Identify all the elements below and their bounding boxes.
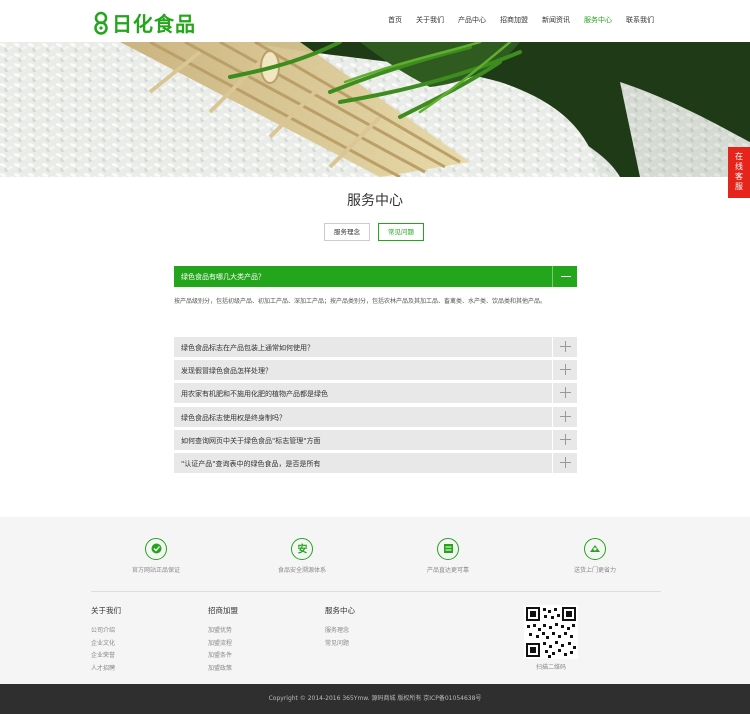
feature-label: 送货上门更省力 bbox=[573, 567, 616, 574]
chat-label-3: 客 bbox=[735, 172, 743, 181]
delivery-icon bbox=[437, 538, 459, 560]
expand-icon[interactable] bbox=[552, 453, 577, 473]
footer-link[interactable]: 加盟流程 bbox=[208, 638, 238, 651]
official-icon bbox=[145, 538, 167, 560]
footer-col-title[interactable]: 招商加盟 bbox=[208, 605, 238, 616]
page-title: 服务中心 bbox=[347, 193, 403, 209]
qr-label: 扫描二维码 bbox=[535, 664, 566, 671]
feature-label: 官方网站正品保证 bbox=[131, 567, 180, 574]
footer-col-title[interactable]: 服务中心 bbox=[325, 605, 355, 616]
logo[interactable]: 日化食品 bbox=[92, 8, 196, 37]
faq-question: 用农家有机肥和不施用化肥的植物产品都是绿色 bbox=[181, 390, 328, 398]
feature-label: 食品安全溯源体系 bbox=[277, 567, 326, 574]
banner-image bbox=[0, 42, 750, 177]
tab-service-concept[interactable]: 服务理念 bbox=[324, 223, 370, 241]
nav-service[interactable]: 服务中心 bbox=[584, 15, 612, 25]
faq-item[interactable]: "认证产品"查询表中的绿色食品，是否是所有 bbox=[174, 453, 577, 473]
faq-question: 绿色食品标志在产品包装上通常如何使用？ bbox=[181, 344, 314, 352]
feature-label: 产品直达更可靠 bbox=[426, 567, 469, 574]
collapse-icon[interactable] bbox=[552, 266, 577, 287]
svg-text:安: 安 bbox=[297, 543, 307, 556]
footer-link[interactable]: 人才招聘 bbox=[91, 663, 121, 676]
footer-link[interactable]: 公司介绍 bbox=[91, 625, 121, 638]
faq-item[interactable]: 绿色食品标志使用权是终身制吗？ bbox=[174, 407, 577, 427]
faq-item-open[interactable]: 绿色食品有哪几大类产品？ bbox=[174, 266, 577, 287]
nav-home[interactable]: 首页 bbox=[388, 15, 402, 25]
site-header: 日化食品 首页 关于我们 产品中心 招商加盟 新闻资讯 服务中心 联系我们 bbox=[0, 0, 750, 42]
chat-label-1: 在 bbox=[735, 152, 743, 161]
chat-label-2: 线 bbox=[735, 162, 743, 171]
nav-news[interactable]: 新闻资讯 bbox=[542, 15, 570, 25]
faq-answer: 按产品级别分，包括初级产品、初加工产品、深加工产品；按产品类别分，包括农林产品及… bbox=[174, 298, 547, 305]
footer-link[interactable]: 企业文化 bbox=[91, 638, 121, 651]
footer-link[interactable]: 常见问题 bbox=[325, 638, 355, 651]
faq-item[interactable]: 用农家有机肥和不施用化肥的植物产品都是绿色 bbox=[174, 383, 577, 403]
faq-question: 发现假冒绿色食品怎样处理？ bbox=[181, 367, 272, 375]
nav-franchise[interactable]: 招商加盟 bbox=[500, 15, 528, 25]
footer-link[interactable]: 加盟条件 bbox=[208, 650, 238, 663]
copyright-bar: Copyright © 2014-2016 365Ymw. 源码商城 版权所有 … bbox=[0, 684, 750, 714]
footer-col-franchise: 招商加盟 加盟优势 加盟流程 加盟条件 加盟政策 bbox=[208, 605, 238, 675]
tab-faq[interactable]: 常见问题 bbox=[378, 223, 424, 241]
footer-col-service: 服务中心 服务理念 常见问题 bbox=[325, 605, 355, 650]
faq-question: 绿色食品有哪几大类产品？ bbox=[181, 273, 265, 281]
qr-code bbox=[524, 605, 578, 659]
expand-icon[interactable] bbox=[552, 407, 577, 427]
feature-door: 送货上门更省力 bbox=[545, 538, 645, 574]
footer-link[interactable]: 加盟政策 bbox=[208, 663, 238, 676]
faq-question: "认证产品"查询表中的绿色食品，是否是所有 bbox=[181, 460, 321, 468]
faq-item[interactable]: 绿色食品标志在产品包装上通常如何使用？ bbox=[174, 337, 577, 357]
feature-direct: 产品直达更可靠 bbox=[398, 538, 498, 574]
feature-official: 官方网站正品保证 bbox=[106, 538, 206, 574]
footer-link[interactable]: 加盟优势 bbox=[208, 625, 238, 638]
footer-divider bbox=[91, 591, 661, 592]
footer-link[interactable]: 企业荣誉 bbox=[91, 650, 121, 663]
footer-col-about: 关于我们 公司介绍 企业文化 企业荣誉 人才招聘 bbox=[91, 605, 121, 675]
expand-icon[interactable] bbox=[552, 383, 577, 403]
faq-question: 绿色食品标志使用权是终身制吗？ bbox=[181, 414, 286, 422]
brand-name: 日化食品 bbox=[112, 12, 196, 36]
nav-products[interactable]: 产品中心 bbox=[458, 15, 486, 25]
main-nav: 首页 关于我们 产品中心 招商加盟 新闻资讯 服务中心 联系我们 bbox=[374, 15, 654, 25]
expand-icon[interactable] bbox=[552, 360, 577, 380]
safe-icon: 安 bbox=[291, 538, 313, 560]
service-tabs: 服务理念 常见问题 bbox=[324, 223, 432, 241]
footer-link[interactable]: 服务理念 bbox=[325, 625, 355, 638]
nav-contact[interactable]: 联系我们 bbox=[626, 15, 654, 25]
faq-question: 如何查询网页中关于绿色食品"标志管理"方面 bbox=[181, 437, 321, 445]
nav-about[interactable]: 关于我们 bbox=[416, 15, 444, 25]
feature-safety: 安 食品安全溯源体系 bbox=[252, 538, 352, 574]
expand-icon[interactable] bbox=[552, 430, 577, 450]
footer-col-title[interactable]: 关于我们 bbox=[91, 605, 121, 616]
door-icon bbox=[584, 538, 606, 560]
faq-item[interactable]: 如何查询网页中关于绿色食品"标志管理"方面 bbox=[174, 430, 577, 450]
expand-icon[interactable] bbox=[552, 337, 577, 357]
faq-item[interactable]: 发现假冒绿色食品怎样处理？ bbox=[174, 360, 577, 380]
logo-icon bbox=[94, 11, 108, 35]
